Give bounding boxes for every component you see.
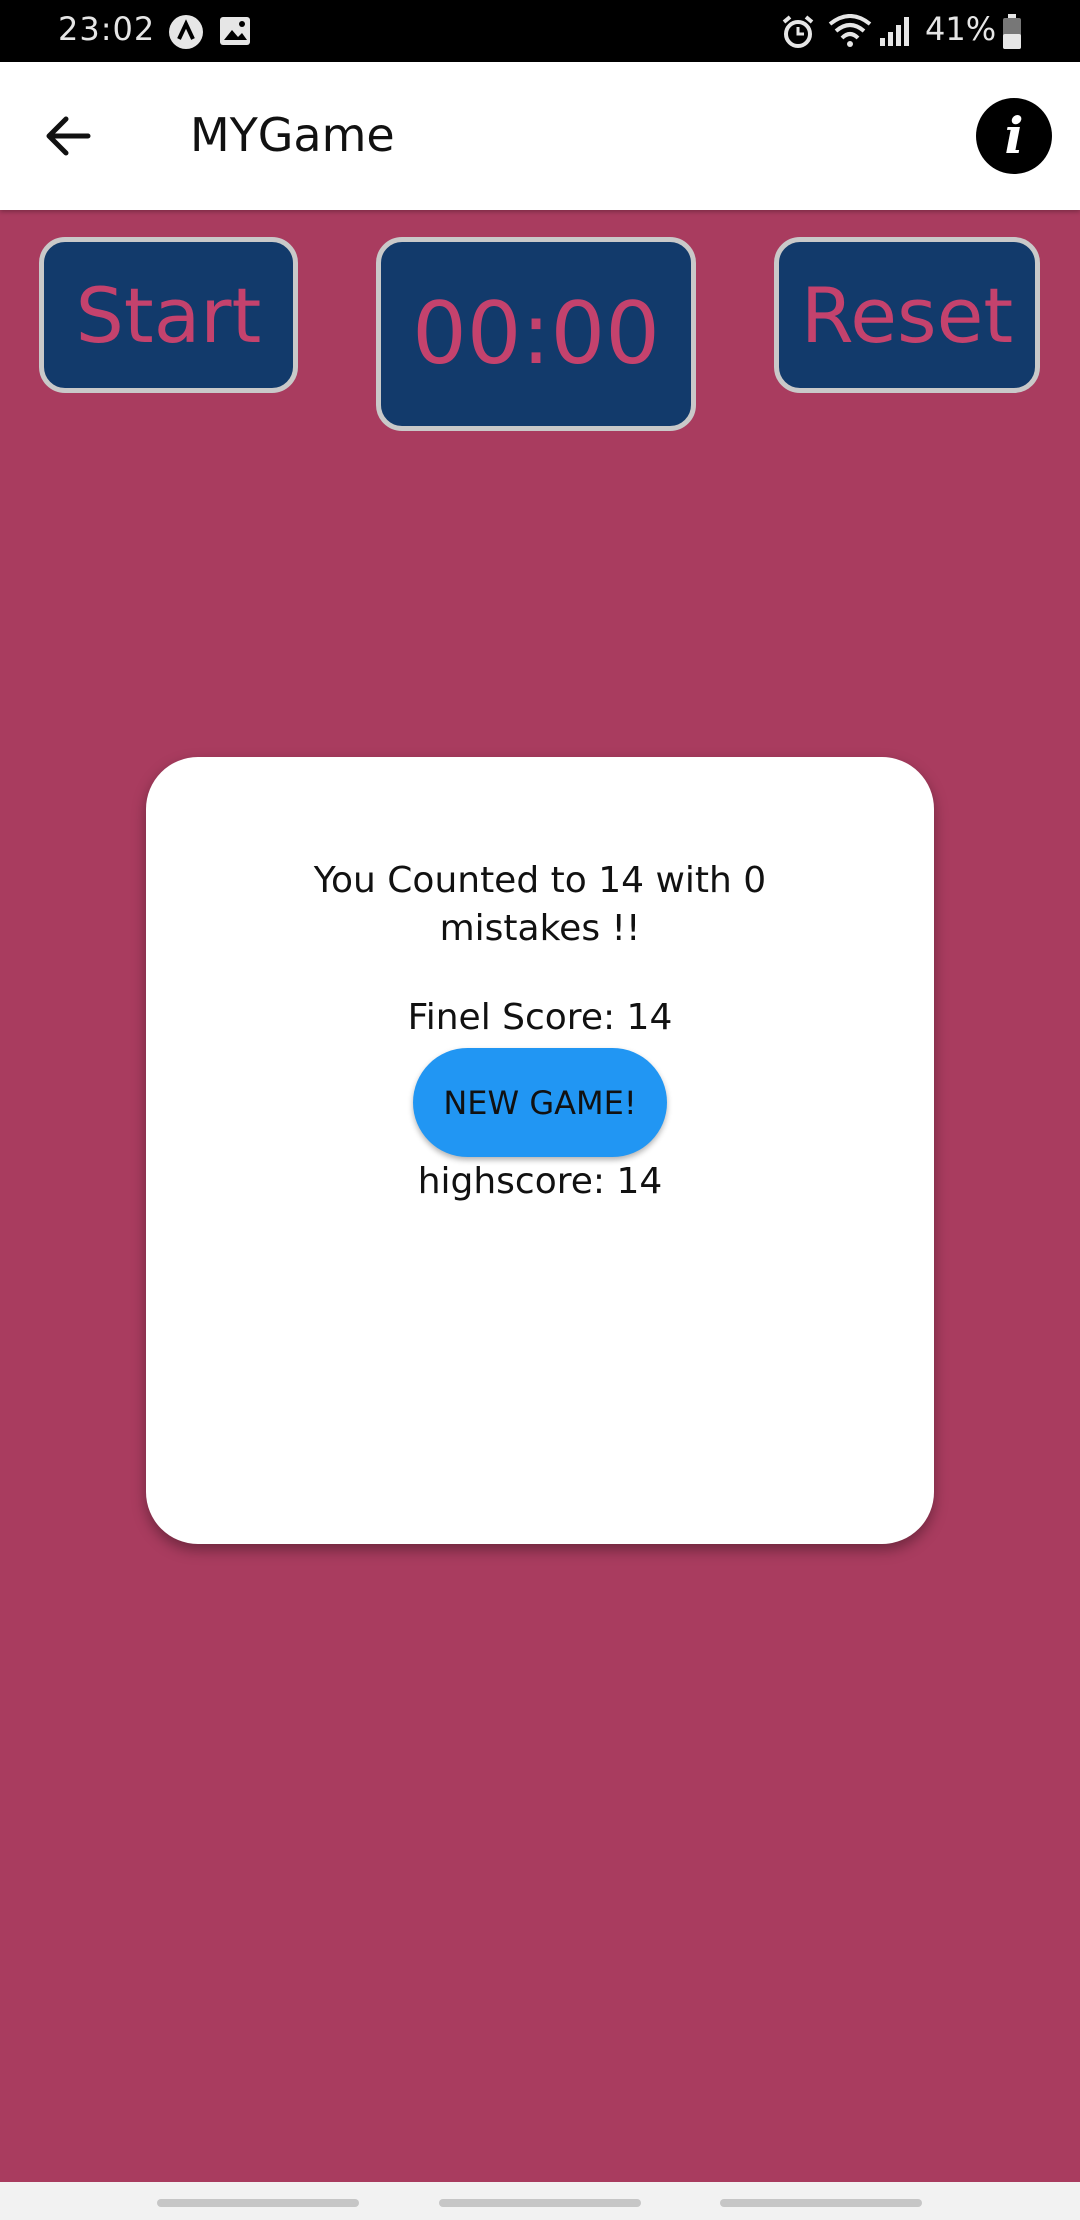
status-time: 23:02	[58, 10, 156, 48]
reset-button[interactable]: Reset	[774, 237, 1040, 393]
battery-percentage: 41%	[925, 10, 997, 48]
alarm-icon	[782, 15, 814, 48]
image-icon	[220, 17, 250, 45]
system-nav-bar	[0, 2182, 1080, 2220]
info-button[interactable]: i	[976, 98, 1052, 174]
start-button[interactable]: Start	[39, 237, 298, 393]
info-icon: i	[1004, 106, 1024, 165]
page-title: MYGame	[190, 108, 395, 162]
final-score: Finel Score: 14	[407, 997, 673, 1038]
game-over-dialog: You Counted to 14 with 0 mistakes !! Fin…	[146, 757, 934, 1544]
highscore: highscore: 14	[417, 1161, 663, 1202]
back-button[interactable]	[30, 98, 106, 174]
nav-home-handle[interactable]	[439, 2199, 641, 2207]
signal-icon	[880, 17, 909, 46]
wifi-icon	[828, 14, 872, 47]
nav-back-handle[interactable]	[720, 2199, 922, 2207]
timer-display: 00:00	[376, 237, 696, 431]
app-bar: MYGame i	[0, 62, 1080, 210]
nav-recents-handle[interactable]	[157, 2199, 359, 2207]
result-message: You Counted to 14 with 0 mistakes !!	[313, 860, 767, 949]
arrow-left-icon	[46, 116, 91, 156]
notification-a-icon	[169, 15, 203, 49]
battery-icon	[1003, 14, 1021, 49]
status-bar: 23:02 41%	[0, 0, 1080, 62]
new-game-button[interactable]: NEW GAME!	[413, 1048, 667, 1157]
